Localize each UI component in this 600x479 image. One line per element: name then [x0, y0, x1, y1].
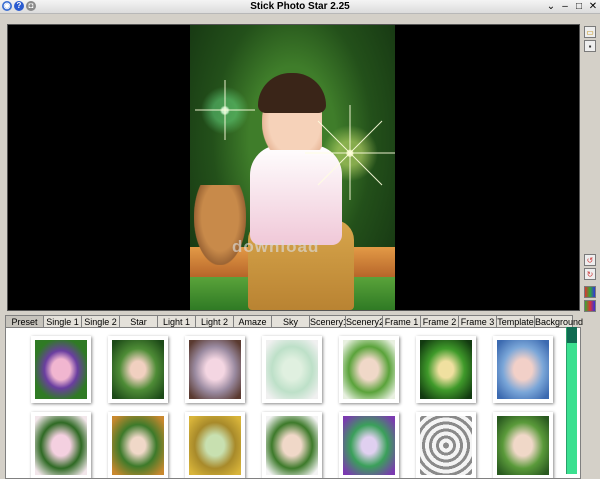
preset-thumbnail[interactable] [339, 412, 399, 478]
gallery-scrollbar[interactable] [566, 327, 577, 474]
tab-scenery2[interactable]: Scenery2 [345, 315, 384, 327]
title-bar: ◉ ? ◘ Stick Photo Star 2.25 ⌄ – □ ✕ [0, 0, 600, 14]
tab-frame-3[interactable]: Frame 3 [458, 315, 497, 327]
preset-thumbnail[interactable] [108, 412, 168, 478]
tab-star[interactable]: Star [119, 315, 158, 327]
tab-frame-1[interactable]: Frame 1 [382, 315, 421, 327]
tab-amaze[interactable]: Amaze [233, 315, 272, 327]
preset-thumbnail[interactable] [108, 336, 168, 403]
window-title: Stick Photo Star 2.25 [250, 1, 350, 12]
preset-thumbnail[interactable] [31, 336, 91, 403]
scrollbar-thumb[interactable] [567, 327, 577, 343]
effects-icon[interactable] [584, 300, 596, 312]
maximize-button[interactable]: □ [574, 0, 584, 13]
color-icon[interactable] [584, 286, 596, 298]
preset-thumbnail[interactable] [262, 336, 322, 403]
close-button[interactable]: ✕ [588, 0, 598, 13]
save-icon[interactable]: ▪ [584, 40, 596, 52]
open-icon[interactable]: ▭ [584, 26, 596, 38]
collapse-button[interactable]: ⌄ [546, 0, 556, 13]
tab-single-1[interactable]: Single 1 [43, 315, 82, 327]
photo-viewer[interactable]: download [7, 24, 580, 311]
undo-icon[interactable]: ↺ [584, 254, 596, 266]
preset-gallery [5, 327, 581, 479]
preset-thumbnail[interactable] [416, 336, 476, 403]
preset-thumbnail[interactable] [493, 336, 553, 403]
photo-image: download [190, 25, 395, 310]
preset-thumbnail[interactable] [416, 412, 476, 478]
tab-scenery1[interactable]: Scenery1 [309, 315, 348, 327]
watermark-text: download [232, 237, 320, 256]
tab-light-1[interactable]: Light 1 [157, 315, 196, 327]
tab-light-2[interactable]: Light 2 [195, 315, 234, 327]
preset-thumbnail[interactable] [31, 412, 91, 478]
window-controls: ⌄ – □ ✕ [546, 0, 598, 13]
preset-thumbnail[interactable] [262, 412, 322, 478]
minimize-button[interactable]: – [560, 0, 570, 13]
preset-thumbnail[interactable] [339, 336, 399, 403]
tab-background[interactable]: Background [534, 315, 583, 327]
tab-sky[interactable]: Sky [271, 315, 310, 327]
tab-template[interactable]: Template [496, 315, 535, 327]
sparkle-icon [195, 80, 395, 200]
redo-icon[interactable]: ↻ [584, 268, 596, 280]
tab-single-2[interactable]: Single 2 [81, 315, 120, 327]
tab-frame-2[interactable]: Frame 2 [420, 315, 459, 327]
preset-thumbnail[interactable] [185, 412, 245, 478]
preset-thumbnail[interactable] [493, 412, 553, 478]
preset-thumbnail[interactable] [185, 336, 245, 403]
